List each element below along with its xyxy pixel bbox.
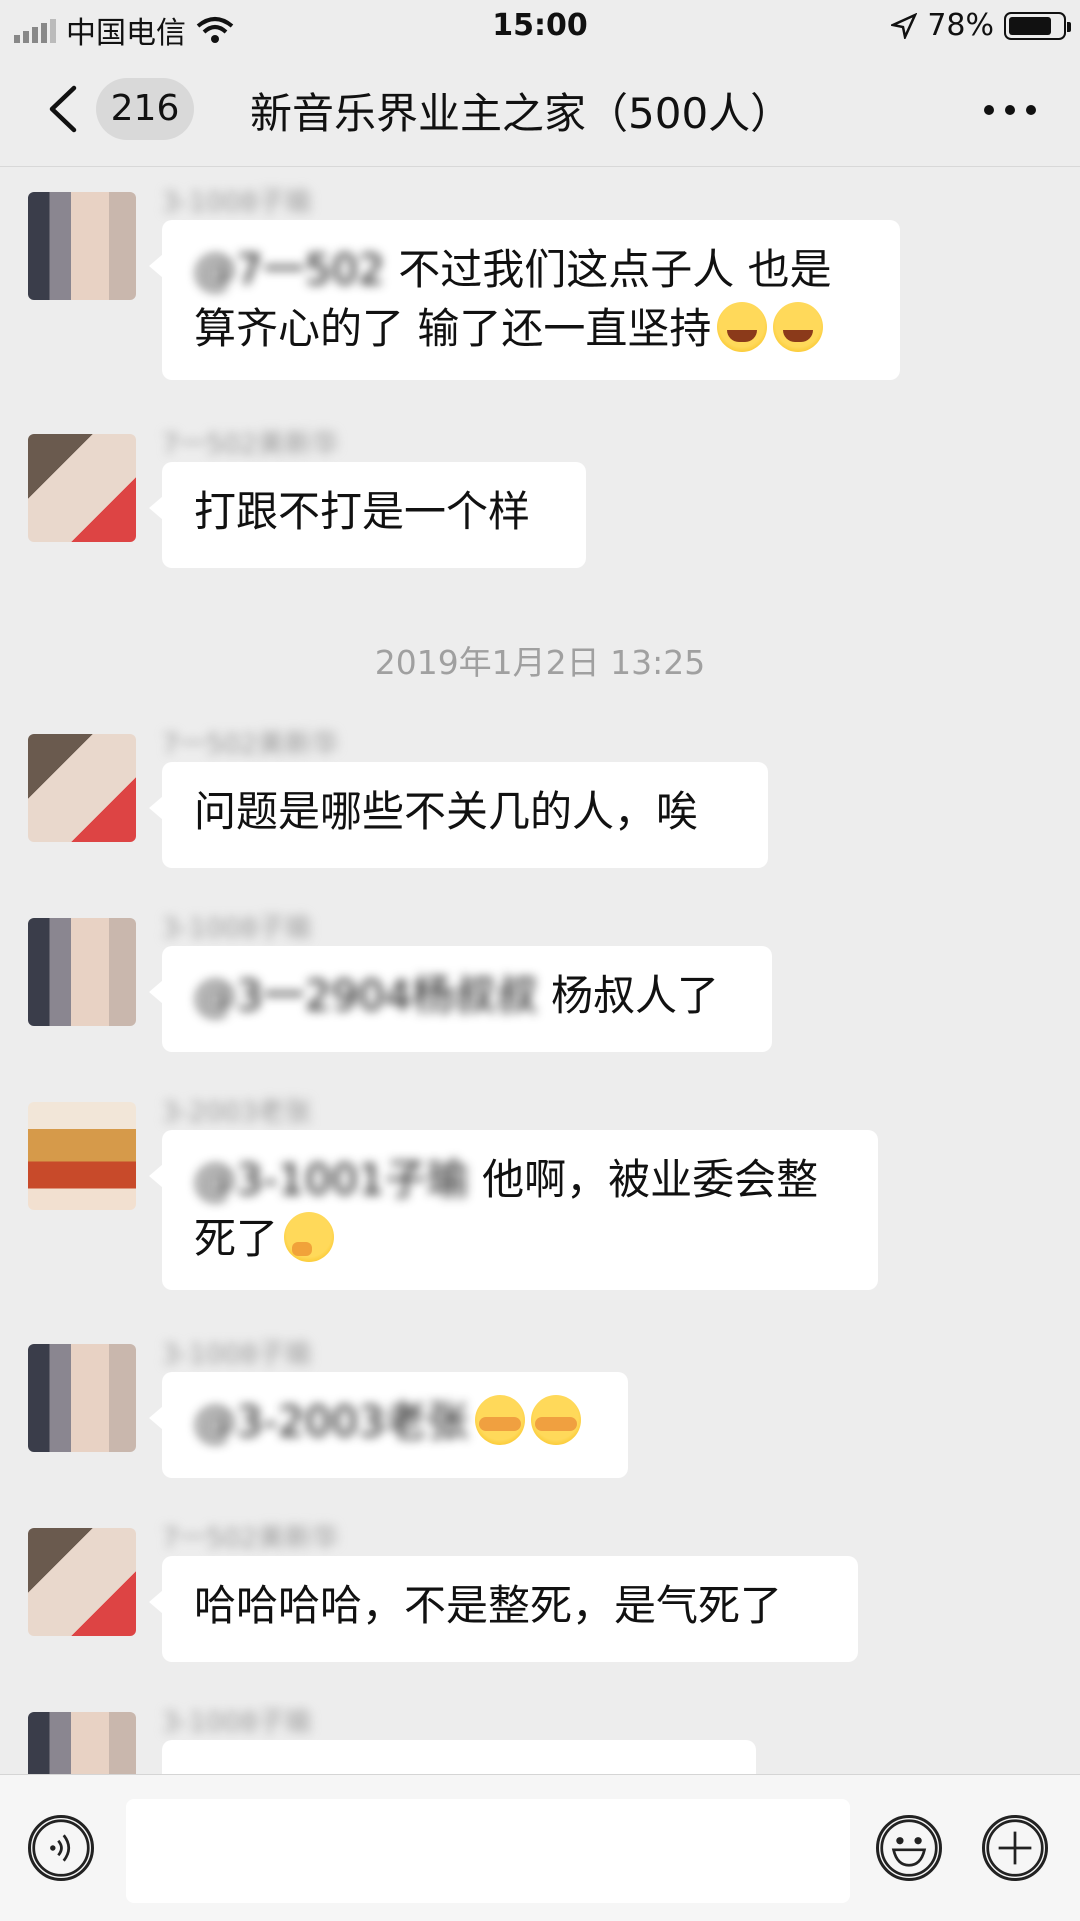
chat-message: 7一502美新华 哈哈哈哈，不是整死，是气死了 [0, 1516, 1080, 1666]
emoji-picker-icon[interactable] [876, 1815, 942, 1881]
message-bubble[interactable]: 哈哈哈哈，不是整死，是气死了 [149, 1556, 858, 1662]
avatar[interactable] [28, 734, 136, 842]
message-text: 杨叔人了 [550, 971, 719, 1020]
sender-name: 3-1008子瑜 [162, 1339, 312, 1370]
message-bubble[interactable] [162, 1740, 756, 1774]
message-bubble[interactable]: @3-1001子瑜 他啊，被业委会整死了 [149, 1130, 878, 1290]
avatar[interactable] [28, 434, 136, 542]
mention[interactable]: @7一502 [194, 245, 385, 294]
sender-name: 7一502美新华 [162, 429, 339, 460]
sender-name: 3-1008子瑜 [162, 187, 312, 218]
avatar[interactable] [28, 918, 136, 1026]
sender-name: 3-2003老张 [162, 1097, 312, 1128]
plus-icon[interactable] [982, 1815, 1048, 1881]
chat-message: 3-1008子瑜 @3一2904杨叔叔 杨叔人了 [0, 906, 1080, 1056]
message-bubble[interactable]: @7一502 不过我们这点子人 也是算齐心的了 输了还一直坚持 [149, 220, 900, 380]
chat-message: 3-1008子瑜 @3-2003老张 [0, 1332, 1080, 1482]
nav-bar: 216 新音乐界业主之家（500人） [0, 54, 1080, 167]
message-bubble[interactable]: 打跟不打是一个样 [149, 462, 586, 568]
avatar[interactable] [28, 1344, 136, 1452]
chat-message: 7一502美新华 问题是哪些不关几的人，唉 [0, 722, 1080, 872]
mention[interactable]: @3-2003老张 [194, 1397, 469, 1446]
status-bar: 中国电信 15:00 78% [0, 0, 1080, 54]
chat-message: 3-1008子瑜 @7一502 不过我们这点子人 也是算齐心的了 输了还一直坚持 [0, 180, 1080, 390]
message-text: 哈哈哈哈，不是整死，是气死了 [194, 1581, 783, 1630]
sender-name: 3-1008子瑜 [162, 913, 312, 944]
message-text: 打跟不打是一个样 [194, 487, 531, 536]
message-bubble[interactable]: 问题是哪些不关几的人，唉 [149, 762, 768, 868]
avatar[interactable] [28, 1528, 136, 1636]
message-text: 问题是哪些不关几的人，唉 [194, 787, 699, 836]
sender-name: 7一502美新华 [162, 729, 339, 760]
chat-message: 3-2003老张 @3-1001子瑜 他啊，被业委会整死了 [0, 1090, 1080, 1300]
avatar[interactable] [28, 192, 136, 300]
voice-input-icon[interactable] [28, 1815, 94, 1881]
input-bar [0, 1774, 1080, 1921]
chat-title: 新音乐界业主之家（500人） [250, 89, 793, 138]
facepalm-emoji-icon [474, 1395, 525, 1445]
thinking-emoji-icon [284, 1212, 335, 1262]
chat-message: 7一502美新华 打跟不打是一个样 [0, 422, 1080, 572]
mention[interactable]: @3-1001子瑜 [194, 1155, 469, 1204]
battery-icon [1004, 11, 1071, 40]
facepalm-emoji-icon [530, 1395, 581, 1445]
back-chevron-icon[interactable] [44, 84, 84, 134]
sender-name: 3-1008子瑜 [162, 1707, 312, 1738]
location-arrow-icon [891, 12, 918, 39]
avatar[interactable] [28, 1712, 136, 1774]
mention[interactable]: @3一2904杨叔叔 [194, 971, 538, 1020]
chat-message: 3-1008子瑜 [0, 1700, 1080, 1774]
date-separator: 2019年1月2日 13:25 [374, 643, 706, 682]
message-bubble[interactable]: @3一2904杨叔叔 杨叔人了 [149, 946, 772, 1052]
avatar[interactable] [28, 1102, 136, 1210]
unread-count-badge[interactable]: 216 [96, 78, 194, 140]
more-options-icon[interactable] [984, 90, 1036, 130]
laugh-crying-emoji-icon [717, 302, 768, 352]
message-bubble[interactable]: @3-2003老张 [149, 1372, 628, 1478]
status-right: 78% [891, 8, 1071, 43]
laugh-crying-emoji-icon [773, 302, 824, 352]
message-input[interactable] [126, 1799, 850, 1903]
battery-percent: 78% [927, 8, 994, 43]
sender-name: 7一502美新华 [162, 1523, 339, 1554]
